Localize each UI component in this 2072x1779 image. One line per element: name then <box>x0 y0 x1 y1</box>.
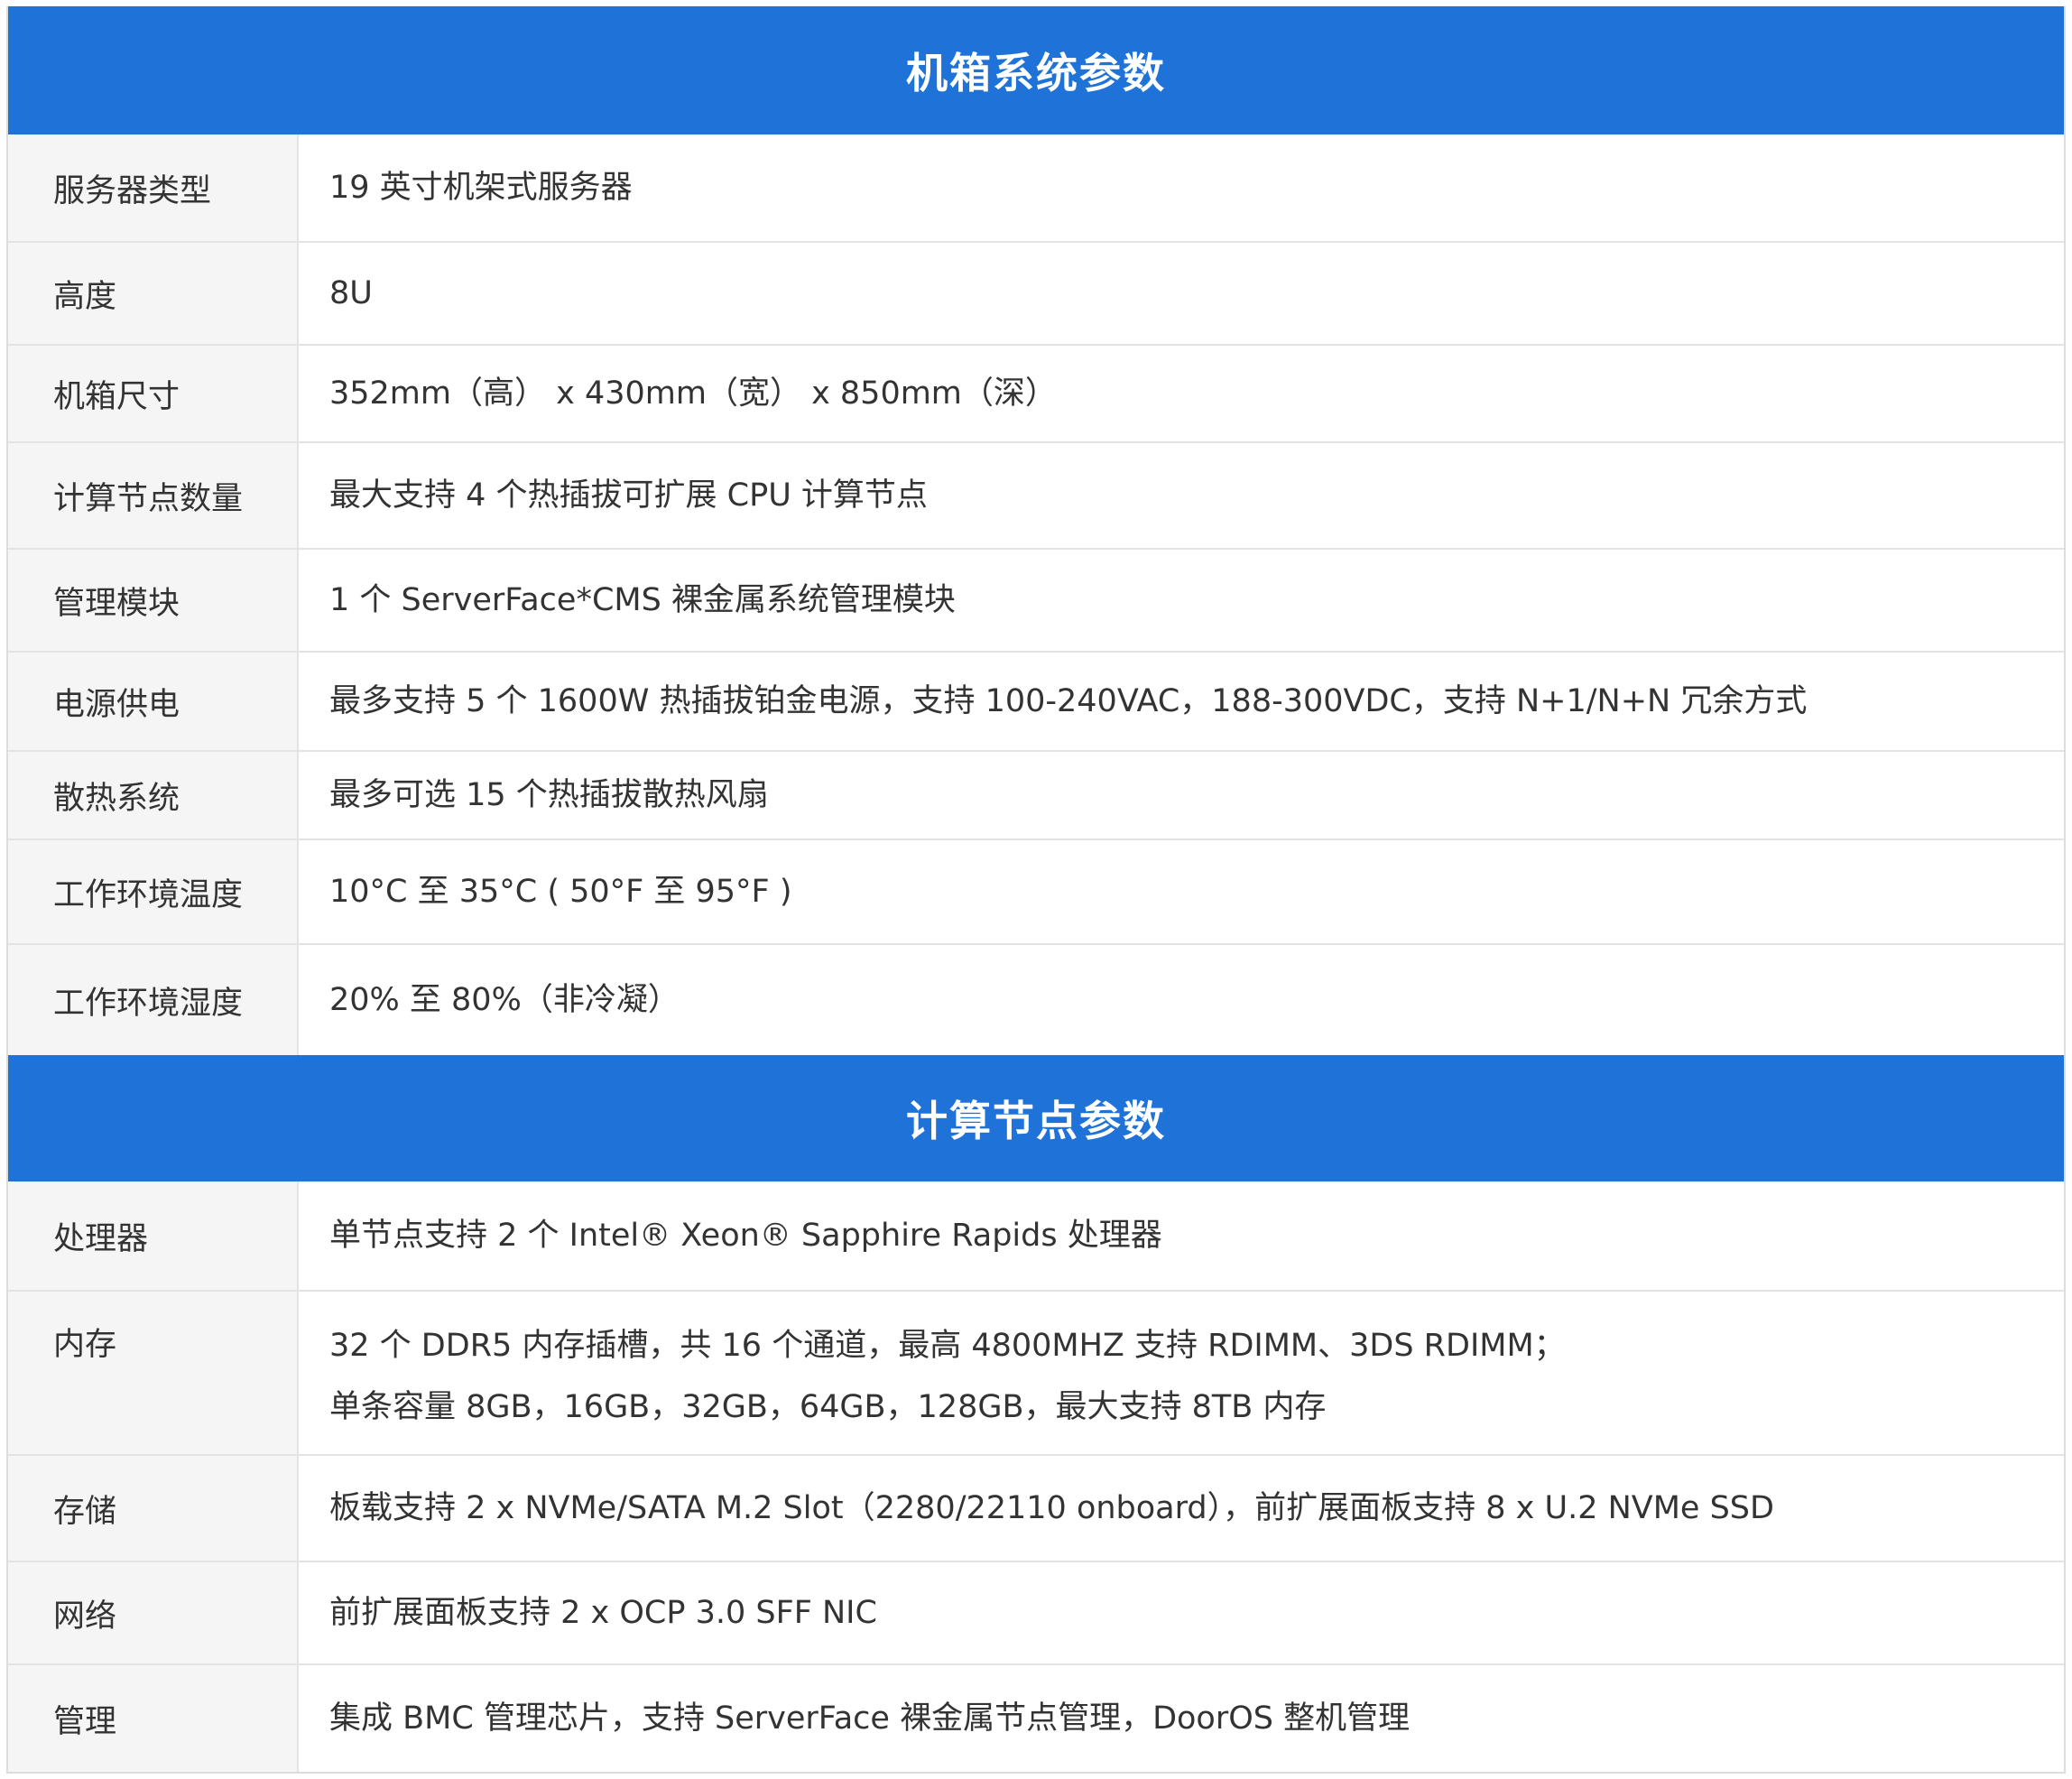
spec-value: 32 个 DDR5 内存插槽，共 16 个通道，最高 4800MHZ 支持 RD… <box>299 1292 2064 1454</box>
spec-value-text: 前扩展面板支持 2 x OCP 3.0 SFF NIC <box>329 1595 877 1631</box>
spec-label: 计算节点数量 <box>8 443 299 548</box>
spec-value-text: 19 英寸机架式服务器 <box>329 170 633 206</box>
spec-row-server-type: 服务器类型 19 英寸机架式服务器 <box>8 134 2064 241</box>
spec-value: 20% 至 80%（非冷凝） <box>299 945 2064 1055</box>
spec-label: 处理器 <box>8 1181 299 1290</box>
spec-row-processor: 处理器 单节点支持 2 个 Intel® Xeon® Sapphire Rapi… <box>8 1181 2064 1290</box>
spec-label: 管理 <box>8 1665 299 1772</box>
spec-label: 电源供电 <box>8 653 299 750</box>
spec-table: 机箱系统参数 服务器类型 19 英寸机架式服务器 高度 8U 机箱尺寸 352m… <box>6 6 2066 1774</box>
spec-value: 1 个 ServerFace*CMS 裸金属系统管理模块 <box>299 550 2064 651</box>
spec-value-text: 最多支持 5 个 1600W 热插拔铂金电源，支持 100-240VAC，188… <box>329 683 1808 719</box>
spec-value: 最多支持 5 个 1600W 热插拔铂金电源，支持 100-240VAC，188… <box>299 653 2064 750</box>
spec-label: 机箱尺寸 <box>8 346 299 441</box>
spec-value-text: 单节点支持 2 个 Intel® Xeon® Sapphire Rapids 处… <box>329 1218 1162 1254</box>
spec-label: 高度 <box>8 243 299 344</box>
spec-row-memory: 内存 32 个 DDR5 内存插槽，共 16 个通道，最高 4800MHZ 支持… <box>8 1290 2064 1454</box>
spec-value: 19 英寸机架式服务器 <box>299 134 2064 241</box>
spec-row-network: 网络 前扩展面板支持 2 x OCP 3.0 SFF NIC <box>8 1561 2064 1663</box>
spec-value-text: 最大支持 4 个热插拔可扩展 CPU 计算节点 <box>329 477 928 514</box>
spec-row-management-module: 管理模块 1 个 ServerFace*CMS 裸金属系统管理模块 <box>8 548 2064 651</box>
spec-row-humidity: 工作环境湿度 20% 至 80%（非冷凝） <box>8 943 2064 1055</box>
spec-value: 集成 BMC 管理芯片，支持 ServerFace 裸金属节点管理，DoorOS… <box>299 1665 2064 1772</box>
spec-value-text: 1 个 ServerFace*CMS 裸金属系统管理模块 <box>329 582 956 618</box>
section-title-compute-node: 计算节点参数 <box>8 1055 2064 1181</box>
spec-value-text: 集成 BMC 管理芯片，支持 ServerFace 裸金属节点管理，DoorOS… <box>329 1700 1411 1737</box>
spec-label: 散热系统 <box>8 752 299 839</box>
spec-value-text: 20% 至 80%（非冷凝） <box>329 982 680 1018</box>
spec-value: 8U <box>299 243 2064 344</box>
spec-value: 板载支持 2 x NVMe/SATA M.2 Slot（2280/22110 o… <box>299 1456 2064 1561</box>
spec-label: 工作环境湿度 <box>8 945 299 1055</box>
spec-value-text: 32 个 DDR5 内存插槽，共 16 个通道，最高 4800MHZ 支持 RD… <box>329 1328 1566 1364</box>
spec-label: 管理模块 <box>8 550 299 651</box>
spec-value: 单节点支持 2 个 Intel® Xeon® Sapphire Rapids 处… <box>299 1181 2064 1290</box>
section-title-chassis: 机箱系统参数 <box>8 6 2064 134</box>
spec-row-storage: 存储 板载支持 2 x NVMe/SATA M.2 Slot（2280/2211… <box>8 1454 2064 1561</box>
spec-row-chassis-size: 机箱尺寸 352mm（高） x 430mm（宽） x 850mm（深） <box>8 344 2064 441</box>
spec-value-text: 10°C 至 35°C ( 50°F 至 95°F ) <box>329 874 792 910</box>
spec-label: 内存 <box>8 1292 299 1454</box>
spec-row-temperature: 工作环境温度 10°C 至 35°C ( 50°F 至 95°F ) <box>8 839 2064 943</box>
spec-row-height: 高度 8U <box>8 241 2064 344</box>
spec-label: 工作环境温度 <box>8 840 299 943</box>
spec-value-text: 最多可选 15 个热插拔散热风扇 <box>329 777 769 813</box>
spec-label: 服务器类型 <box>8 134 299 241</box>
spec-value-text: 8U <box>329 275 373 311</box>
spec-value: 352mm（高） x 430mm（宽） x 850mm（深） <box>299 346 2064 441</box>
spec-value-text-2: 单条容量 8GB，16GB，32GB，64GB，128GB，最大支持 8TB 内… <box>329 1389 1327 1425</box>
spec-value: 最多可选 15 个热插拔散热风扇 <box>299 752 2064 839</box>
spec-label: 存储 <box>8 1456 299 1561</box>
spec-value: 前扩展面板支持 2 x OCP 3.0 SFF NIC <box>299 1562 2064 1663</box>
spec-value: 最大支持 4 个热插拔可扩展 CPU 计算节点 <box>299 443 2064 548</box>
spec-value: 10°C 至 35°C ( 50°F 至 95°F ) <box>299 840 2064 943</box>
spec-row-power: 电源供电 最多支持 5 个 1600W 热插拔铂金电源，支持 100-240VA… <box>8 651 2064 750</box>
spec-row-cooling: 散热系统 最多可选 15 个热插拔散热风扇 <box>8 750 2064 839</box>
spec-value-text: 板载支持 2 x NVMe/SATA M.2 Slot（2280/22110 o… <box>329 1490 1774 1526</box>
spec-row-node-count: 计算节点数量 最大支持 4 个热插拔可扩展 CPU 计算节点 <box>8 441 2064 548</box>
spec-row-management: 管理 集成 BMC 管理芯片，支持 ServerFace 裸金属节点管理，Doo… <box>8 1663 2064 1772</box>
spec-label: 网络 <box>8 1562 299 1663</box>
spec-value-text: 352mm（高） x 430mm（宽） x 850mm（深） <box>329 375 1057 412</box>
